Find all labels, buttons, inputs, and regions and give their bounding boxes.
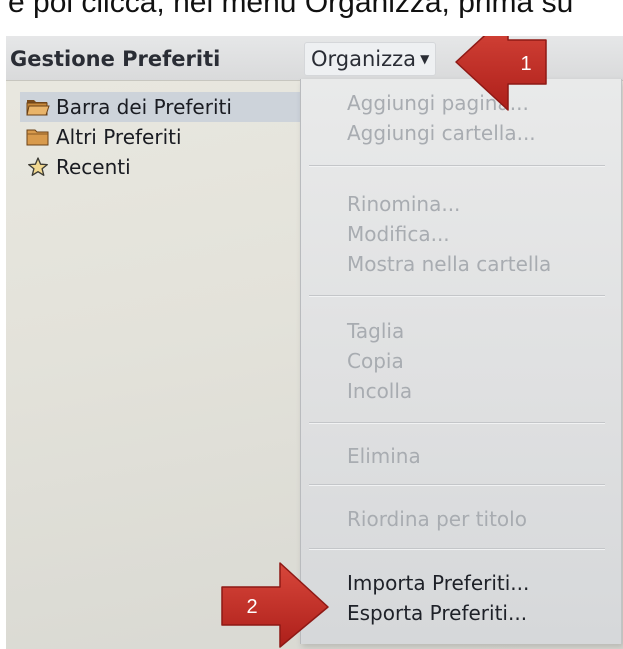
menu-item-mostra-nella-cartella[interactable]: Mostra nella cartella <box>347 252 551 276</box>
open-folder-icon <box>26 100 50 116</box>
menu-item-riordina-per-titolo[interactable]: Riordina per titolo <box>347 507 527 531</box>
chevron-down-icon: ▼ <box>420 52 430 66</box>
menu-separator <box>309 422 605 424</box>
menu-item-elimina[interactable]: Elimina <box>347 444 421 468</box>
callout-arrow-2: 2 <box>221 562 329 648</box>
organize-menu-button[interactable]: Organizza ▼ <box>304 42 437 76</box>
sidebar-item-label: Recenti <box>56 155 131 179</box>
folder-tree: Barra dei Preferiti Altri Preferiti Rece… <box>20 92 306 182</box>
menu-separator <box>309 295 605 297</box>
sidebar-item-barra-dei-preferiti[interactable]: Barra dei Preferiti <box>20 92 306 122</box>
sidebar-item-label: Barra dei Preferiti <box>56 95 232 119</box>
menu-item-taglia[interactable]: Taglia <box>347 319 404 343</box>
menu-item-rinomina[interactable]: Rinomina... <box>347 192 460 216</box>
menu-item-modifica[interactable]: Modifica... <box>347 222 450 246</box>
menu-item-esporta-preferiti[interactable]: Esporta Preferiti... <box>347 601 527 625</box>
menu-item-copia[interactable]: Copia <box>347 349 404 373</box>
bookmark-manager-window: Gestione Preferiti Organizza ▼ Barra dei… <box>6 36 623 649</box>
window-title: Gestione Preferiti <box>10 47 221 71</box>
menu-separator <box>309 165 605 167</box>
menu-item-incolla[interactable]: Incolla <box>347 379 412 403</box>
menu-separator <box>309 548 605 550</box>
callout-number-2: 2 <box>246 596 257 618</box>
sidebar-item-label: Altri Preferiti <box>56 125 182 149</box>
menu-item-importa-preferiti[interactable]: Importa Preferiti... <box>347 571 529 595</box>
menu-item-aggiungi-cartella[interactable]: Aggiungi cartella... <box>347 121 536 145</box>
instruction-caption: e poi clicca, nel menu Organizza, prima … <box>0 0 623 36</box>
organize-dropdown-menu: Aggiungi pagina... Aggiungi cartella... … <box>300 79 622 644</box>
callout-arrow-1: 1 <box>455 36 547 111</box>
caption-text: e poi clicca, nel menu Organizza, prima … <box>8 0 574 19</box>
star-icon <box>28 157 48 176</box>
organize-label: Organizza <box>311 47 417 71</box>
callout-number-1: 1 <box>520 53 531 75</box>
sidebar-item-altri-preferiti[interactable]: Altri Preferiti <box>26 122 301 152</box>
sidebar-item-recenti[interactable]: Recenti <box>26 152 301 182</box>
folder-icon <box>26 129 49 146</box>
menu-separator <box>309 484 605 486</box>
